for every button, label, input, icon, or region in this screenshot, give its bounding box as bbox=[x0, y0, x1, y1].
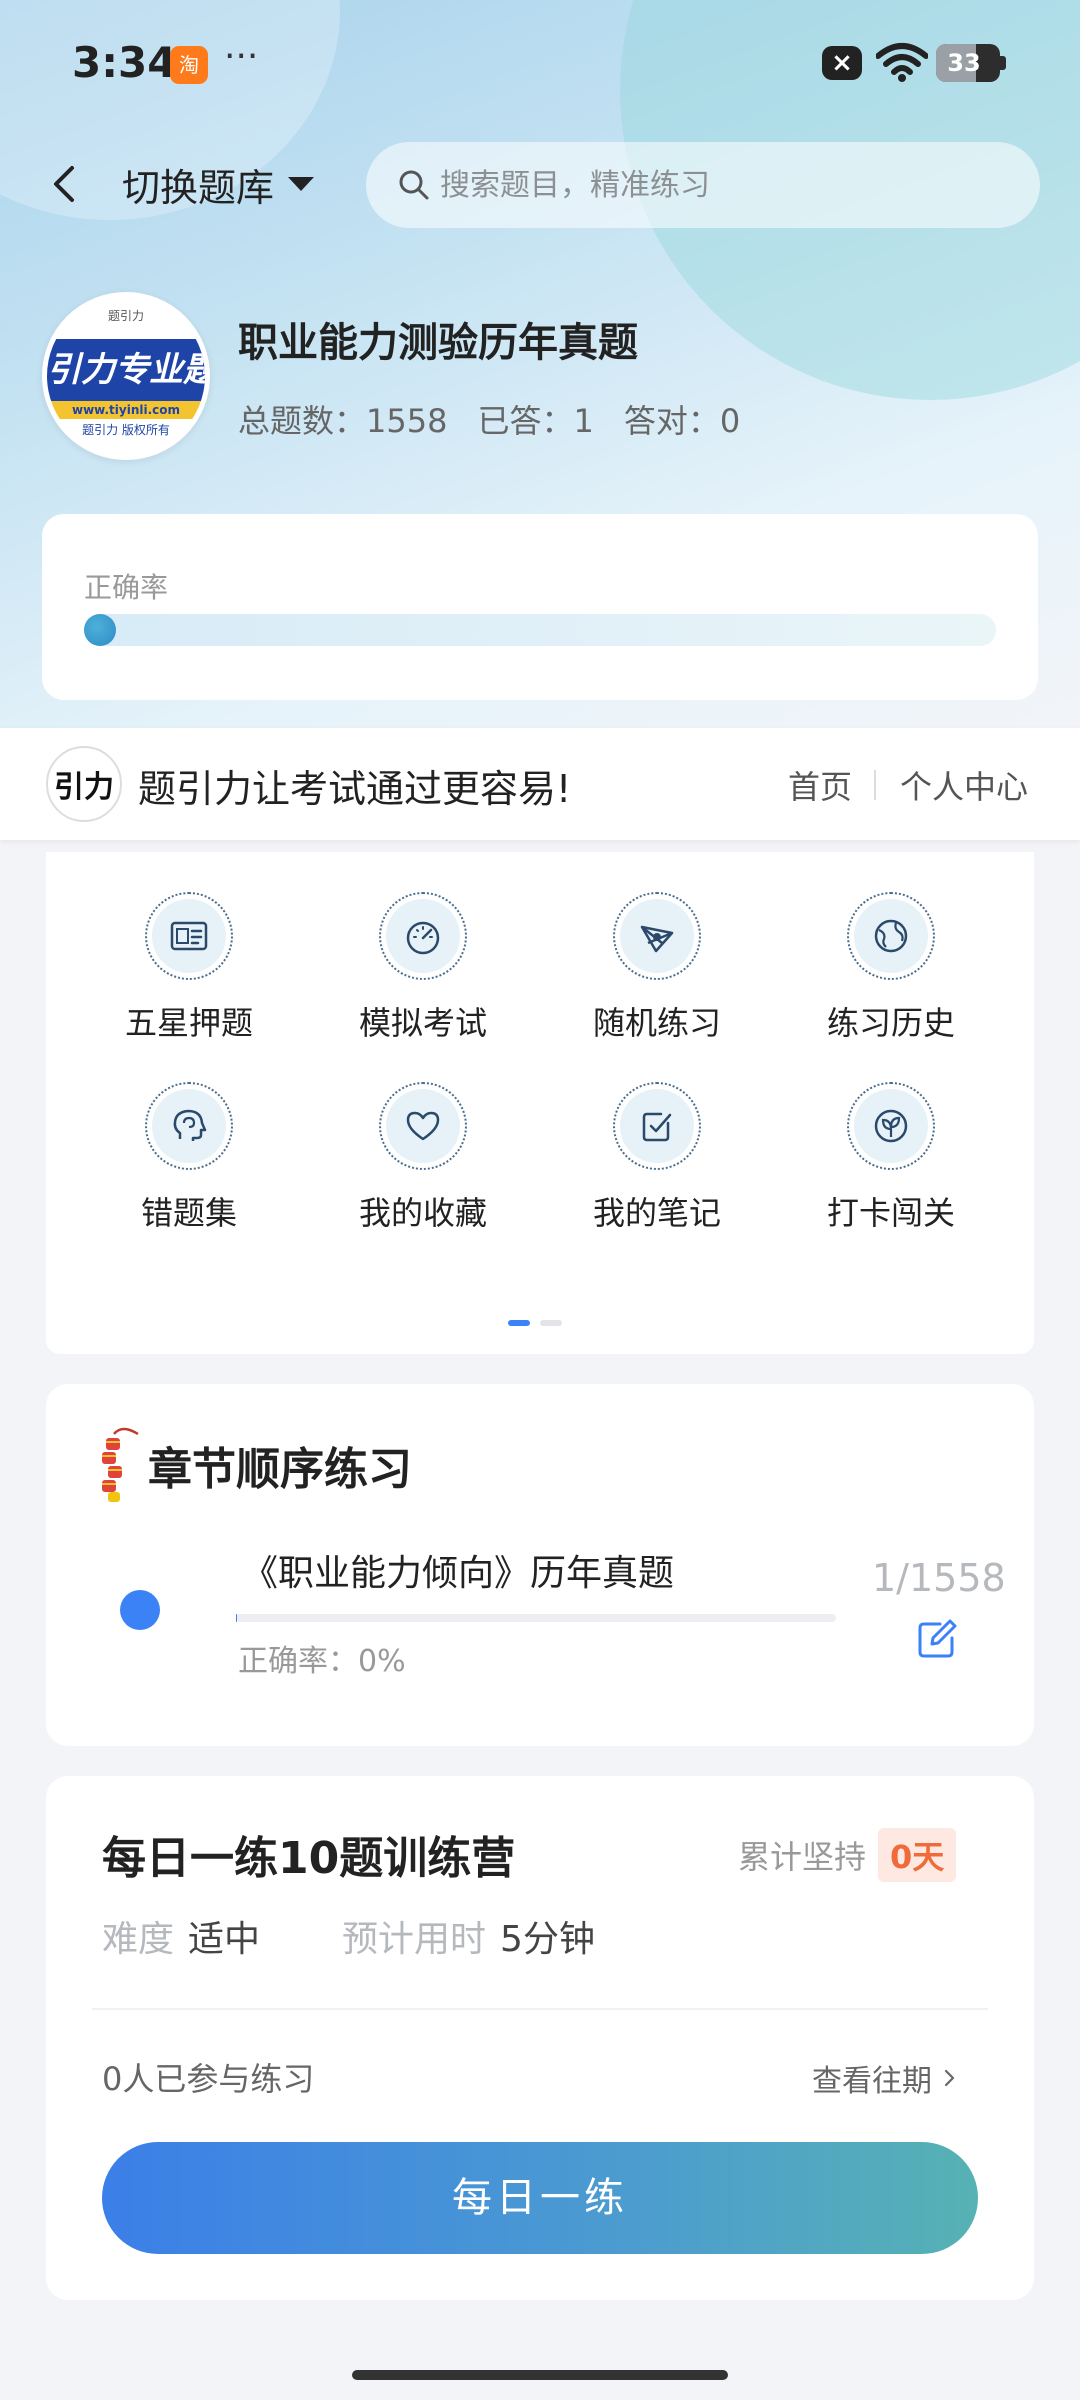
view-history-link[interactable]: 查看往期 bbox=[812, 2056, 960, 2100]
chapter-status-dot bbox=[120, 1590, 160, 1630]
user-center-link[interactable]: 个人中心 bbox=[900, 762, 1028, 808]
feature-label: 打卡闯关 bbox=[826, 1194, 955, 1232]
chapter-practice-card[interactable]: 章节顺序练习 《职业能力倾向》历年真题 正确率：0% 1/1558 bbox=[46, 1384, 1034, 1746]
feature-label: 我的收藏 bbox=[358, 1194, 487, 1232]
switch-bank-label: 切换题库 bbox=[122, 165, 275, 210]
logo-mini-text: 题引力 bbox=[107, 309, 144, 323]
feature-practice-history[interactable]: 练习历史 bbox=[774, 892, 1008, 1044]
accuracy-progress-bar bbox=[84, 614, 996, 646]
feature-mock-exam[interactable]: 模拟考试 bbox=[306, 892, 540, 1044]
chapter-accuracy: 正确率：0% bbox=[238, 1644, 406, 1679]
daily-title: 每日一练10题训练营 bbox=[102, 1833, 516, 1884]
feature-wrong-questions[interactable]: 错题集 bbox=[72, 1082, 306, 1234]
sprout-icon bbox=[874, 1109, 908, 1143]
difficulty-value: 适中 bbox=[188, 1919, 261, 1960]
daily-practice-card: 每日一练10题训练营 累计坚持 0天 难度 适中 预计用时 5分钟 0人已参与练… bbox=[46, 1776, 1034, 2300]
streak-info: 累计坚持 0天 bbox=[738, 1828, 957, 1882]
time-label: 预计用时 bbox=[342, 1919, 487, 1960]
bank-title: 职业能力测验历年真题 bbox=[238, 320, 638, 366]
feature-label: 我的笔记 bbox=[592, 1194, 721, 1232]
search-bar[interactable] bbox=[366, 142, 1040, 228]
logo-url-text: www.tiyinli.com bbox=[47, 401, 205, 419]
question-bank-logo: 题引力 引力专业题 www.tiyinli.com 题引力 版权所有 bbox=[42, 292, 210, 460]
accuracy-progress-knob bbox=[84, 614, 116, 646]
globe-icon bbox=[874, 919, 908, 953]
logo-copyright-text: 题引力 版权所有 bbox=[82, 423, 170, 437]
head-icon bbox=[173, 1109, 207, 1141]
divider bbox=[874, 770, 876, 800]
promo-slogan: 题引力让考试通过更容易! bbox=[138, 767, 572, 811]
streak-label: 累计坚持 bbox=[738, 1838, 867, 1876]
pager-dot[interactable] bbox=[540, 1320, 562, 1326]
feature-notes[interactable]: 我的笔记 bbox=[540, 1082, 774, 1234]
note-check-icon bbox=[642, 1112, 672, 1142]
bank-stats: 总题数：1558 已答：1 答对：0 bbox=[238, 396, 740, 442]
app-icon: 淘 bbox=[170, 46, 208, 84]
back-icon[interactable] bbox=[42, 160, 90, 208]
brand-logo: 引力 bbox=[46, 746, 122, 822]
chapter-name: 《职业能力倾向》历年真题 bbox=[242, 1553, 675, 1594]
total-count: 总题数：1558 bbox=[238, 402, 448, 440]
promo-banner: 引力 题引力让考试通过更容易! 首页 个人中心 bbox=[0, 728, 1080, 840]
feature-label: 错题集 bbox=[140, 1194, 237, 1232]
feature-random-practice[interactable]: 随机练习 bbox=[540, 892, 774, 1044]
chapter-header: 章节顺序练习 bbox=[92, 1420, 412, 1510]
daily-meta: 难度 适中 预计用时 5分钟 bbox=[102, 1910, 595, 1962]
status-time: 3:34 bbox=[72, 38, 177, 87]
logo-band-text: 引力专业题 bbox=[47, 339, 205, 401]
view-history-label: 查看往期 bbox=[812, 2064, 932, 2099]
home-indicator[interactable] bbox=[352, 2370, 728, 2380]
chapter-progress-count: 1/1558 bbox=[872, 1556, 1006, 1600]
gauge-icon bbox=[406, 921, 440, 955]
feature-label: 随机练习 bbox=[592, 1004, 721, 1042]
edit-icon[interactable] bbox=[914, 1616, 960, 1662]
wifi-icon bbox=[876, 43, 928, 82]
feature-favorites[interactable]: 我的收藏 bbox=[306, 1082, 540, 1234]
pager-dot-active[interactable] bbox=[508, 1320, 530, 1326]
difficulty-label: 难度 bbox=[102, 1919, 175, 1960]
home-link[interactable]: 首页 bbox=[788, 762, 852, 808]
chevron-right-icon bbox=[944, 2069, 955, 2087]
status-bar: 3:34 淘 ··· × 33 bbox=[0, 0, 1080, 126]
battery-level: 33 bbox=[947, 49, 981, 77]
feature-five-star[interactable]: 五星押题 bbox=[72, 892, 306, 1044]
accuracy-label: 正确率 bbox=[84, 571, 169, 604]
divider bbox=[92, 2008, 988, 2010]
feature-label: 练习历史 bbox=[826, 1004, 955, 1042]
streak-badge: 0天 bbox=[878, 1828, 957, 1882]
chapter-section-title: 章节顺序练习 bbox=[148, 1444, 412, 1495]
firecracker-icon bbox=[102, 1427, 139, 1502]
switch-bank-dropdown[interactable]: 切换题库 bbox=[122, 152, 315, 216]
answered-count: 已答：1 bbox=[477, 402, 594, 440]
accuracy-card: 正确率 bbox=[42, 514, 1038, 700]
feature-check-in[interactable]: 打卡闯关 bbox=[774, 1082, 1008, 1234]
more-notifications-icon: ··· bbox=[224, 36, 259, 77]
search-icon bbox=[399, 170, 429, 200]
battery-icon: 33 bbox=[936, 44, 1006, 82]
feature-grid: 五星押题 模拟考试 随机练习 练习历史 错题集 我的收藏 我的笔记 打卡闯关 bbox=[46, 892, 1034, 1234]
feature-label: 五星押题 bbox=[124, 1004, 253, 1042]
id-card-icon bbox=[170, 921, 208, 951]
correct-count: 答对：0 bbox=[623, 402, 741, 440]
daily-practice-button[interactable]: 每日一练 bbox=[102, 2142, 978, 2254]
top-nav: 切换题库 bbox=[0, 140, 1080, 230]
chapter-progress-bar bbox=[236, 1614, 836, 1622]
caret-down-icon bbox=[288, 177, 315, 191]
time-value: 5分钟 bbox=[500, 1919, 595, 1960]
heart-icon bbox=[406, 1111, 440, 1141]
close-icon: × bbox=[822, 46, 862, 80]
pager-indicator bbox=[508, 1320, 562, 1326]
shuffle-icon bbox=[640, 925, 674, 953]
feature-label: 模拟考试 bbox=[358, 1004, 487, 1042]
participants-count: 0人已参与练习 bbox=[102, 2060, 315, 2098]
search-input[interactable] bbox=[440, 167, 1000, 203]
feature-grid-card: 五星押题 模拟考试 随机练习 练习历史 错题集 我的收藏 我的笔记 打卡闯关 bbox=[46, 852, 1034, 1354]
